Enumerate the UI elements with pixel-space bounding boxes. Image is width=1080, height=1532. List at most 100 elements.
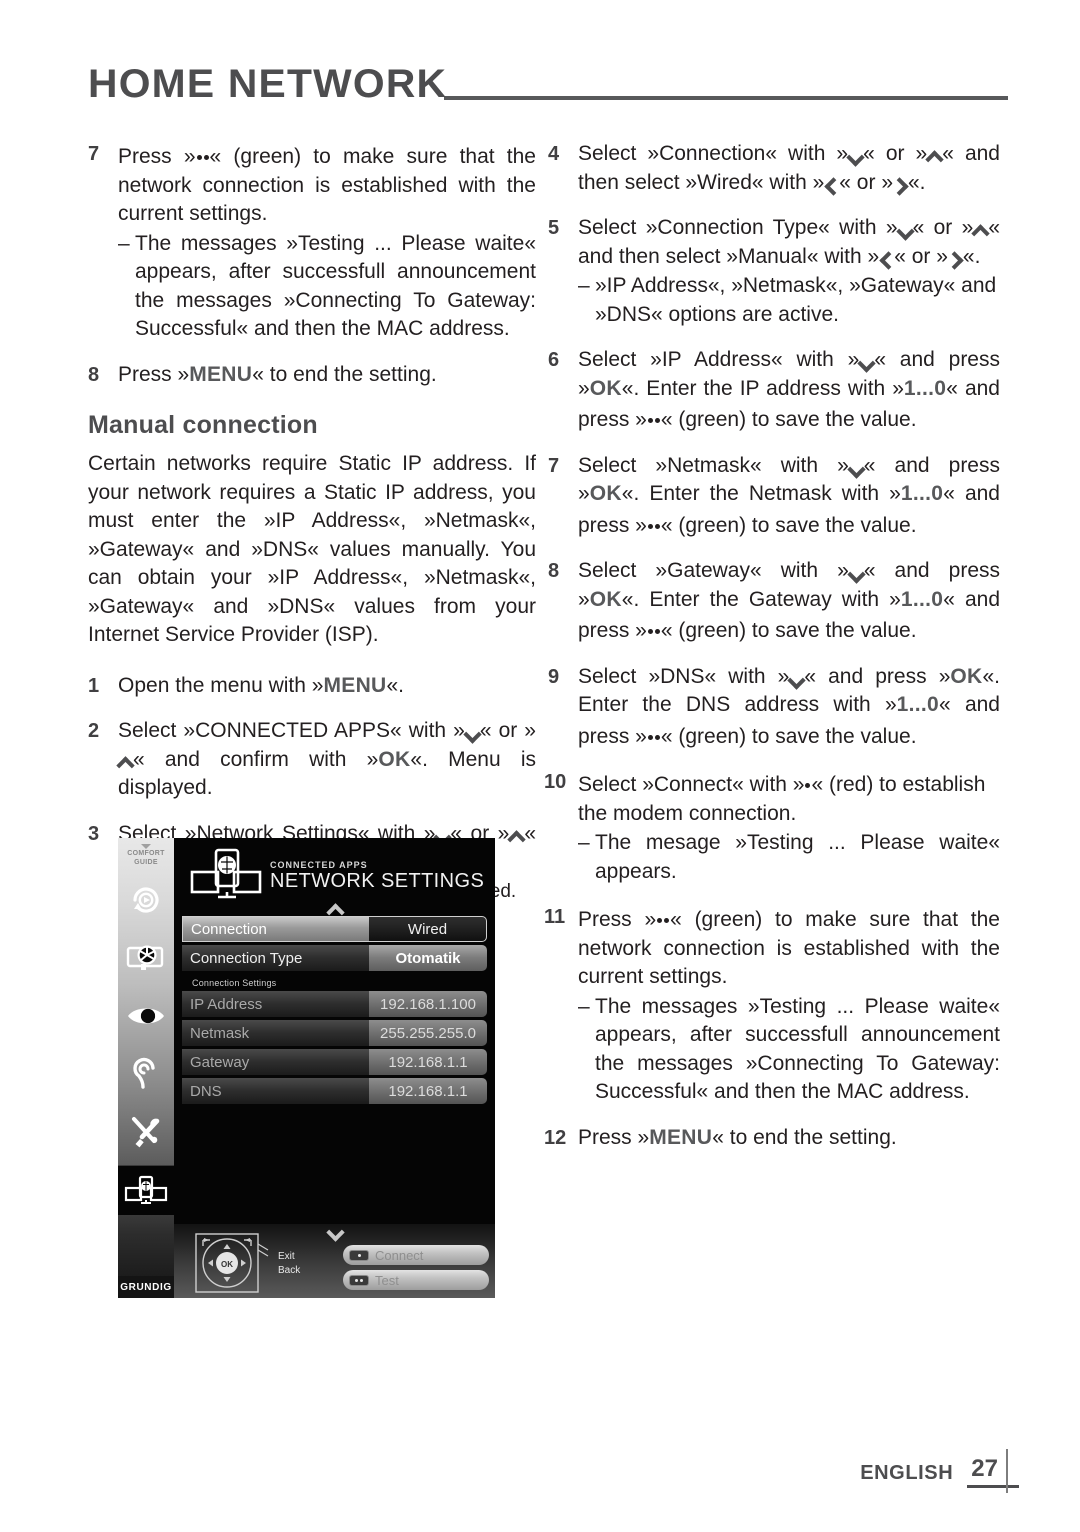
- step-text-part: Select »DNS« with »: [578, 664, 790, 688]
- step-text-part: « (green) to save the value.: [660, 619, 917, 642]
- step-number: 6: [548, 349, 560, 371]
- ear-icon[interactable]: [123, 1049, 169, 1099]
- step-text-part: «.: [908, 170, 926, 194]
- step-text-part: «.: [962, 244, 981, 268]
- step-text-part: Select »Connect« with »: [578, 773, 805, 796]
- step-number: 9: [548, 665, 560, 688]
- comfort-line-2: GUIDE: [134, 858, 158, 866]
- step-item: 8 Select »Gateway« with » « and press »OK…: [548, 557, 1000, 646]
- arrow-down-icon: [849, 461, 864, 474]
- ok-key-label: OK: [589, 587, 622, 611]
- connect-button[interactable]: Connect: [343, 1245, 489, 1265]
- test-button-label: Test: [375, 1272, 399, 1288]
- arrow-down-icon: [848, 149, 863, 162]
- step-item: 4 Select »Connection« with » « or » « and …: [548, 140, 1000, 197]
- ok-key-label: OK: [589, 482, 622, 505]
- tv-menu-titles: CONNECTED APPS NETWORK SETTINGS: [270, 860, 484, 892]
- tv-sidebar-icons: [118, 867, 174, 1276]
- tv-row-netmask[interactable]: Netmask 255.255.255.0: [182, 1020, 487, 1046]
- step-text: Select »DNS« with » « and press »OK«. Ent…: [578, 663, 1000, 752]
- step-text: Select »Connection« with » « or » « and th…: [578, 140, 1000, 197]
- tv-row-dns[interactable]: DNS 192.168.1.1: [182, 1078, 487, 1104]
- row-value: Wired: [369, 916, 487, 942]
- footer-language: ENGLISH: [860, 1462, 954, 1484]
- connection-settings-label: Connection Settings: [192, 978, 277, 988]
- step-number: 2: [88, 720, 100, 742]
- back-label: Back: [278, 1265, 301, 1276]
- eye-icon[interactable]: [123, 991, 169, 1041]
- step-text-part: « to end the setting.: [252, 362, 437, 386]
- arrow-up-icon: [118, 755, 133, 768]
- dash-marker: –: [578, 274, 590, 297]
- step-text-part: «. Enter the Gateway with »: [621, 587, 901, 611]
- header-rule: [444, 96, 1008, 100]
- row-value: 192.168.1.1: [369, 1078, 487, 1104]
- step-text-part: Press »: [118, 145, 196, 168]
- connected-apps-icon[interactable]: [118, 1165, 174, 1215]
- green-button-icon: [196, 140, 210, 169]
- comfort-line-1: COMFORT: [127, 850, 165, 857]
- tv-menu-subtitle: CONNECTED APPS: [270, 860, 368, 870]
- svg-text:OK: OK: [221, 1260, 233, 1269]
- row-value: 192.168.1.100: [369, 991, 487, 1017]
- arrow-down-icon: [898, 223, 913, 236]
- step-item: 10 Select »Connect« with » « (red) to est…: [544, 768, 1000, 886]
- step-item: 9 Select »DNS« with » « and press »OK«. E…: [548, 663, 1000, 752]
- step-text: Select »Connection Type« with » « or » « a…: [578, 214, 1000, 271]
- ok-key-label: OK: [589, 376, 622, 400]
- arrow-right-icon: [948, 252, 963, 265]
- ok-key-label: OK: [950, 664, 983, 688]
- page-number: 27: [971, 1455, 998, 1482]
- menu-key-label: MENU: [649, 1125, 713, 1149]
- step-number: 7: [548, 454, 560, 477]
- tv-row-gateway[interactable]: Gateway 192.168.1.1: [182, 1049, 487, 1075]
- subitem-text: The mesage »Testing ... Please waite« ap…: [595, 831, 1000, 883]
- chevron-up-icon: [327, 906, 343, 915]
- row-label: IP Address: [182, 991, 369, 1017]
- step-text-part: « (green) to save the value.: [660, 724, 917, 748]
- tv-row-connection-type[interactable]: Connection Type Otomatik: [182, 945, 487, 971]
- step-text-part: «. Enter the Netmask with »: [621, 482, 901, 505]
- remote-control-diagram: OK: [182, 1230, 278, 1296]
- green-key-icon: [349, 1274, 369, 1286]
- section-heading: Manual connection: [88, 411, 318, 439]
- green-button-icon: [647, 403, 661, 432]
- scroll-up-indicator[interactable]: [174, 902, 495, 916]
- step-text-part: «. Enter the IP address with »: [621, 376, 904, 400]
- tools-icon[interactable]: [123, 1107, 169, 1157]
- green-button-icon: [647, 614, 661, 643]
- row-value: Otomatik: [369, 945, 487, 971]
- page-header: HOME NETWORK: [88, 44, 1008, 104]
- row-value: 192.168.1.1: [369, 1049, 487, 1075]
- step-text-part: Press »: [118, 362, 190, 386]
- step-text-part: Select »CONNECTED APPS« with »: [118, 719, 465, 742]
- row-value: 255.255.255.0: [369, 1020, 487, 1046]
- manual-page: HOME NETWORK 7 Press » « (green) to make …: [0, 0, 1080, 1532]
- connected-apps-logo-icon: [188, 846, 266, 902]
- step-text: Select »Gateway« with » « and press »OK«.…: [578, 557, 1000, 646]
- tv-row-ip-address[interactable]: IP Address 192.168.1.100: [182, 991, 487, 1017]
- dash-marker: –: [578, 994, 590, 1018]
- step-text: Press »MENU« to end the setting.: [118, 361, 536, 390]
- step-text-part: « or »: [894, 244, 948, 268]
- step-item: 7 Select »Netmask« with » « and press »OK…: [548, 452, 1000, 541]
- arrow-up-icon: [927, 149, 942, 162]
- step-text-part: « or »: [479, 719, 536, 742]
- arrow-down-icon: [465, 726, 480, 739]
- subitem-text: The messages »Testing ... Please waite« …: [595, 994, 1000, 1104]
- test-button[interactable]: Test: [343, 1270, 489, 1290]
- step-item: 12 Press »MENU« to end the setting.: [544, 1124, 1000, 1153]
- row-label: DNS: [182, 1078, 369, 1104]
- picture-settings-icon[interactable]: [123, 933, 169, 983]
- step-subitem: – The messages »Testing ... Please waite…: [118, 230, 536, 344]
- media-play-icon[interactable]: [123, 875, 169, 925]
- step-number: 8: [548, 560, 560, 582]
- step-text: Press » « (green) to make sure that the n…: [578, 903, 1000, 992]
- step-text-part: Select »Connection« with »: [578, 142, 849, 165]
- caret-down-icon: [140, 844, 151, 849]
- step-number: 7: [88, 143, 100, 165]
- ok-key-label: OK: [378, 747, 411, 771]
- step-text: Select »Connect« with » « (red) to establ…: [578, 768, 1000, 828]
- tv-menu-screenshot: COMFORT GUIDE GRUNDIG CONNECTED APPS NET…: [118, 838, 495, 1298]
- step-text-part: « or »: [912, 216, 974, 239]
